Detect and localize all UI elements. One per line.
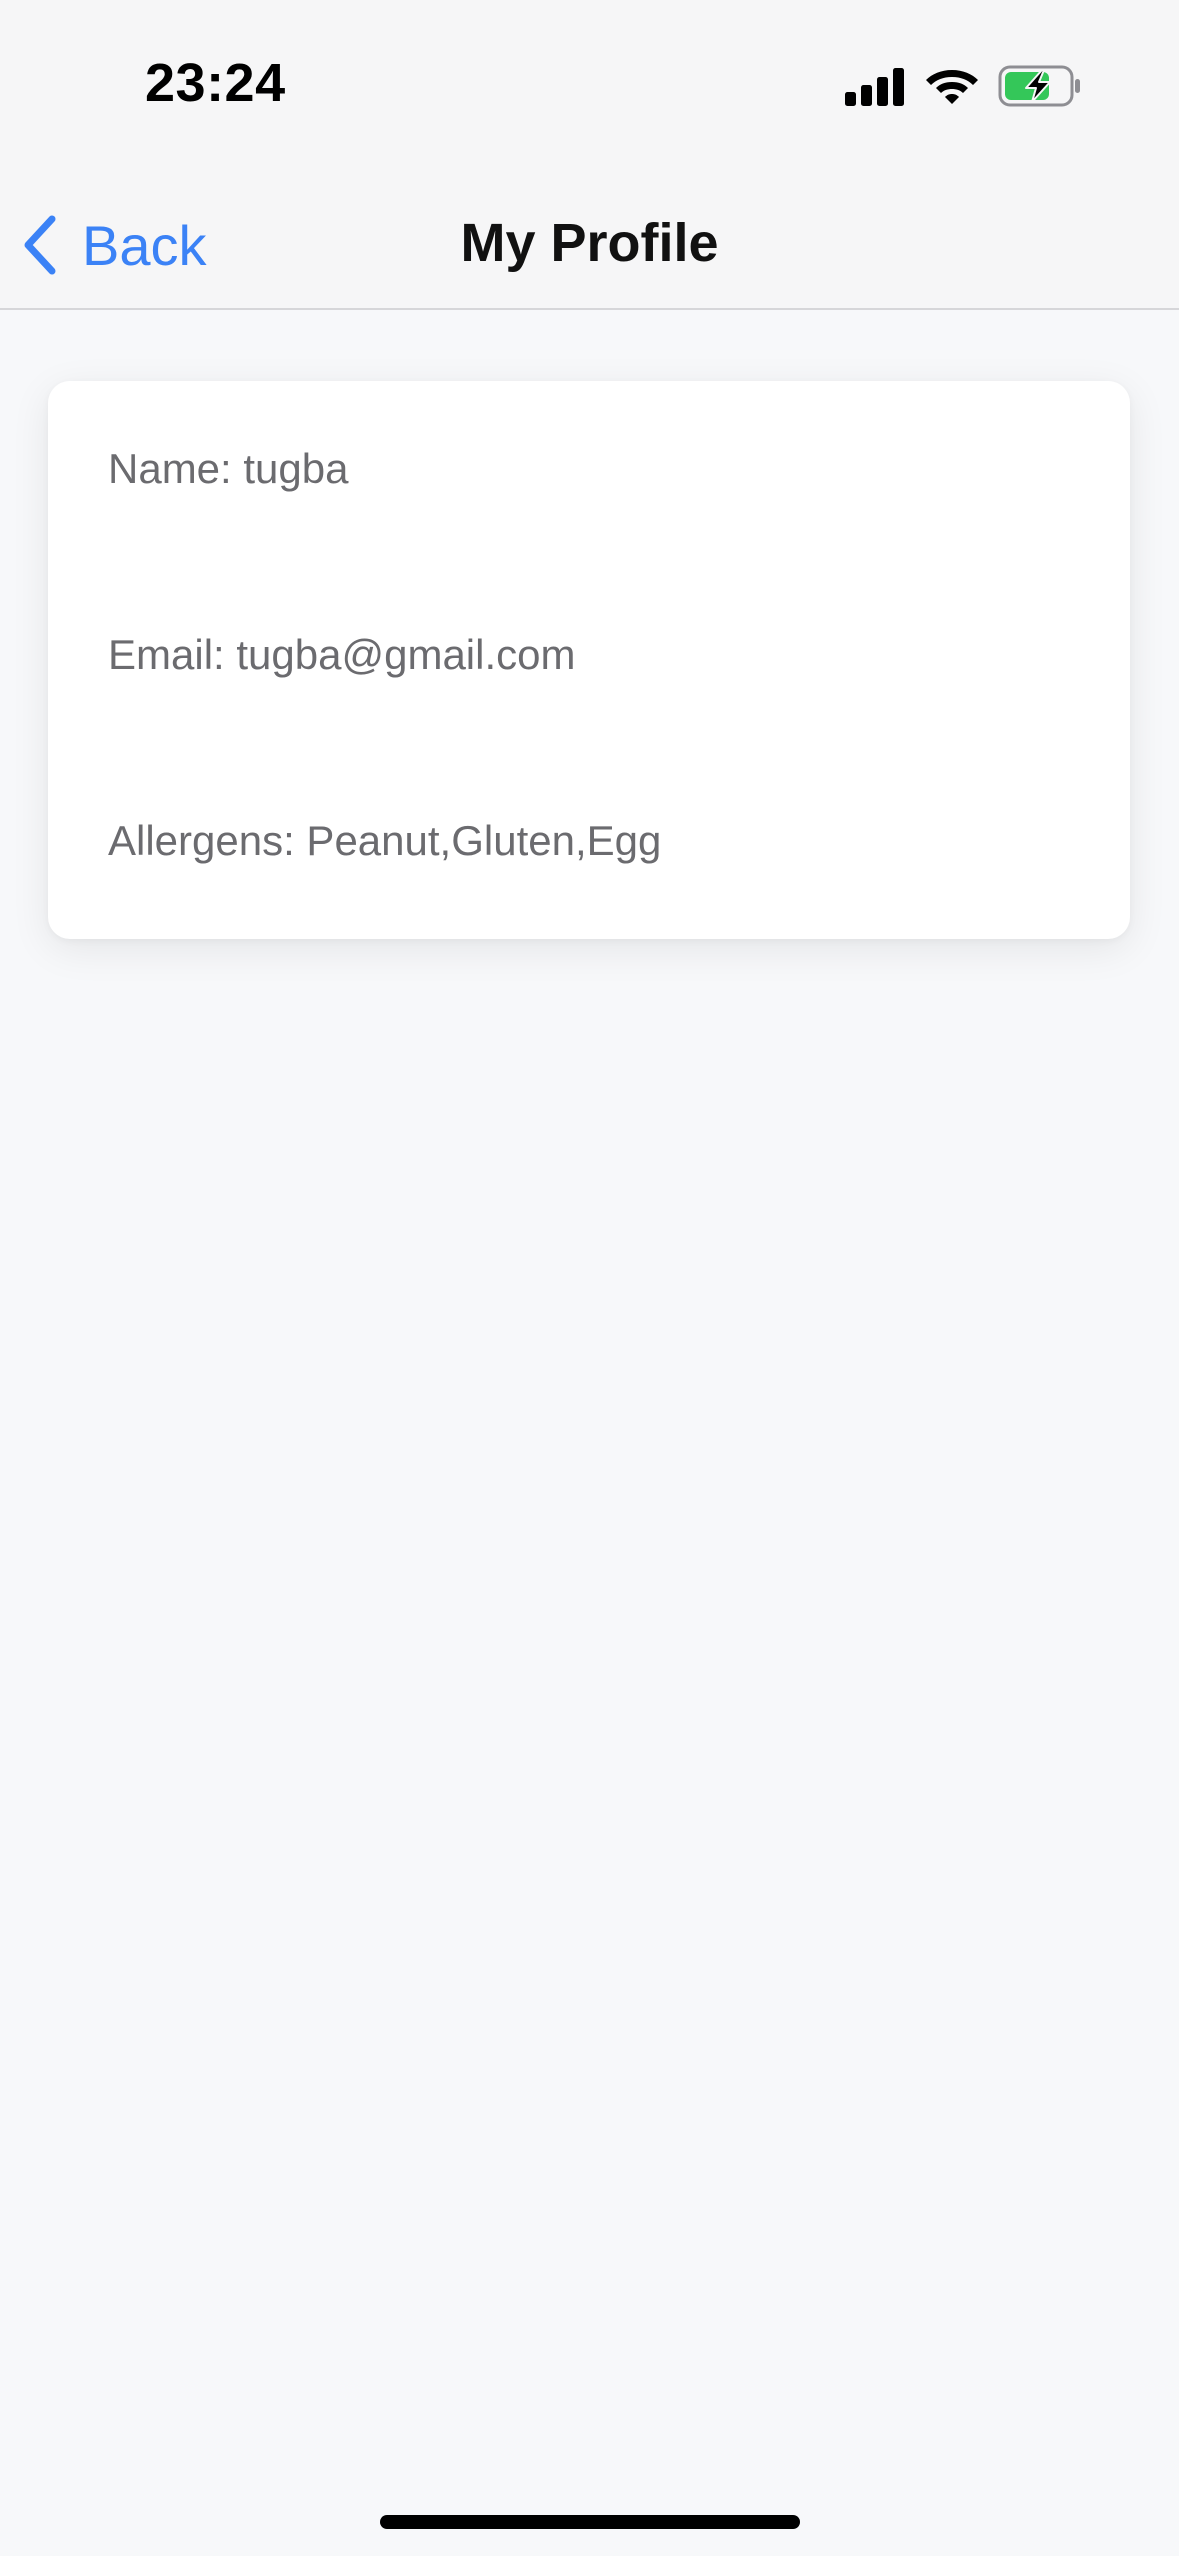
profile-allergens: Allergens: Peanut,Gluten,Egg (108, 817, 662, 864)
profile-name: Name: tugba (108, 445, 349, 492)
wifi-icon (926, 70, 978, 104)
profile-card: Name: tugba Email: tugba@gmail.com Aller… (48, 381, 1130, 939)
status-time: 23:24 (145, 53, 286, 113)
home-indicator (380, 2515, 800, 2529)
page-title: My Profile (460, 213, 719, 273)
battery-charging-icon (998, 65, 1080, 107)
signal-icon (845, 68, 904, 106)
top-bar: 23:24 Back My Profile (0, 0, 1179, 310)
profile-email: Email: tugba@gmail.com (108, 631, 576, 678)
